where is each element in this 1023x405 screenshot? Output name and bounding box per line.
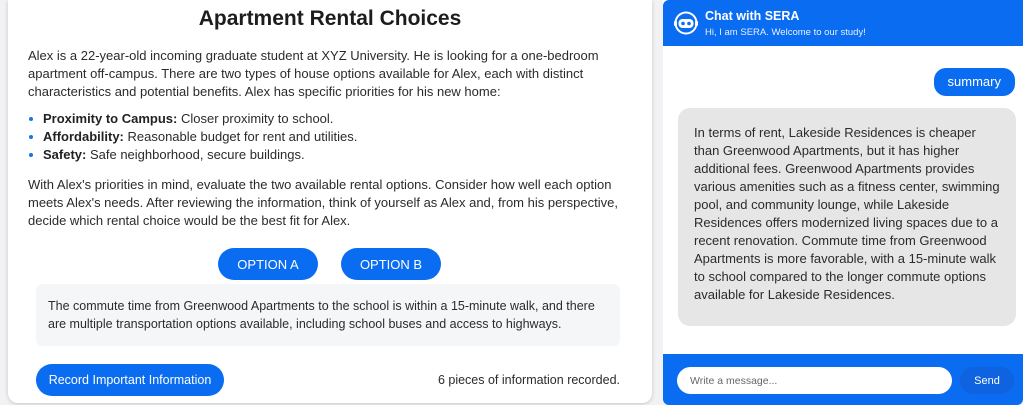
priority-item-proximity: Proximity to Campus: Closer proximity to…	[28, 110, 628, 128]
bullet-icon	[29, 117, 33, 121]
robot-icon	[674, 11, 698, 35]
task-card: Apartment Rental Choices Alex is a 22-ye…	[8, 0, 652, 403]
priority-label: Safety:	[43, 147, 87, 162]
priorities-list: Proximity to Campus: Closer proximity to…	[28, 110, 628, 164]
instruction-text: With Alex's priorities in mind, evaluate…	[28, 177, 618, 228]
priority-text: Closer proximity to school.	[177, 111, 334, 126]
message-input[interactable]	[677, 367, 952, 394]
priority-label: Proximity to Campus:	[43, 111, 178, 126]
option-a-button[interactable]: OPTION A	[218, 248, 318, 280]
page-title: Apartment Rental Choices	[198, 7, 462, 30]
bullet-icon	[29, 153, 33, 157]
record-information-button[interactable]: Record Important Information	[36, 364, 224, 396]
priority-text: Safe neighborhood, secure buildings.	[86, 147, 305, 162]
send-button[interactable]: Send	[960, 367, 1014, 394]
priority-text: Reasonable budget for rent and utilities…	[123, 129, 358, 144]
record-count-text: 6 pieces of information recorded.	[437, 373, 620, 387]
bot-message: In terms of rent, Lakeside Residences is…	[678, 108, 1016, 326]
chat-subtitle: Hi, I am SERA. Welcome to our study!	[705, 27, 866, 38]
intro-text: Alex is a 22-year-old incoming graduate …	[28, 48, 599, 99]
option-b-button[interactable]: OPTION B	[341, 248, 441, 280]
bullet-icon	[29, 135, 33, 139]
chat-title: Chat with SERA	[705, 9, 800, 23]
user-message: summary	[933, 68, 1015, 96]
priority-label: Affordability:	[43, 129, 124, 144]
chat-footer: Send	[663, 354, 1023, 405]
chat-header: Chat with SERA Hi, I am SERA. Welcome to…	[663, 0, 1023, 46]
priority-item-affordability: Affordability: Reasonable budget for ren…	[28, 128, 628, 146]
priority-item-safety: Safety: Safe neighborhood, secure buildi…	[28, 146, 628, 164]
information-box: The commute time from Greenwood Apartmen…	[36, 284, 620, 346]
chat-messages[interactable]: summary In terms of rent, Lakeside Resid…	[663, 46, 1023, 354]
chat-panel: Chat with SERA Hi, I am SERA. Welcome to…	[663, 0, 1023, 405]
